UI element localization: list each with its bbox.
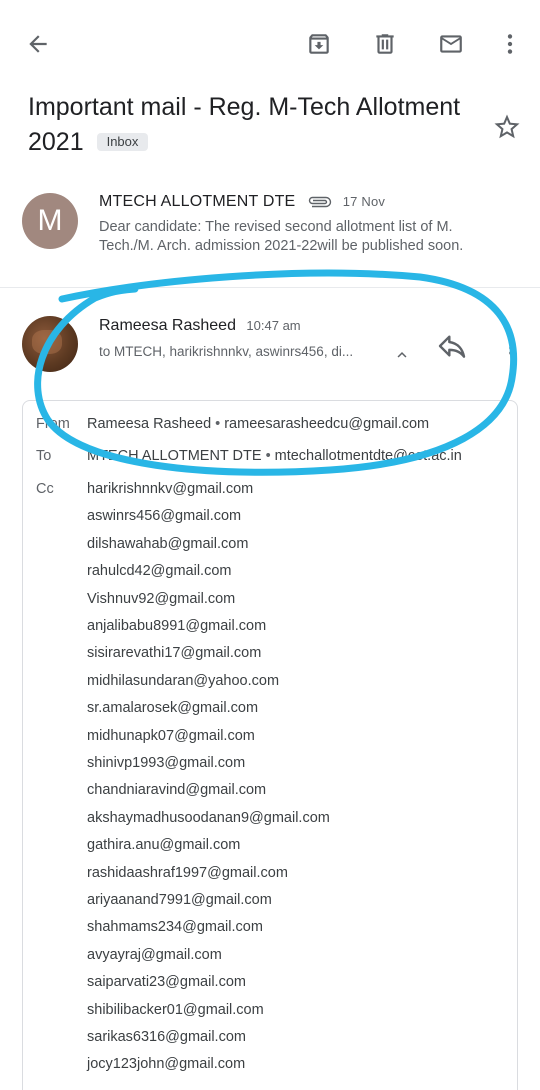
cc-email: shibilibacker01@gmail.com bbox=[87, 1001, 264, 1018]
archive-icon bbox=[309, 34, 329, 54]
cc-email: gathira.anu@gmail.com bbox=[87, 837, 241, 854]
to-label: To bbox=[36, 448, 52, 464]
email-subject: Important mail - Reg. M-Tech Allotment 2… bbox=[28, 90, 478, 160]
star-icon[interactable] bbox=[492, 112, 522, 142]
cc-email: akshaymadhusoodanan9@gmail.com bbox=[87, 809, 330, 826]
cc-email: rashidaashraf1997@gmail.com bbox=[87, 864, 288, 881]
sender-line: MTECH ALLOTMENT DTE 17 Nov bbox=[99, 193, 385, 211]
sender-name: Rameesa Rasheed bbox=[99, 317, 236, 334]
top-app-bar bbox=[0, 0, 540, 88]
message-snippet: Dear candidate: The revised second allot… bbox=[99, 219, 464, 254]
cc-email: harikrishnnkv@gmail.com bbox=[87, 481, 254, 497]
reply-icon[interactable] bbox=[436, 330, 468, 362]
chevron-up-icon[interactable] bbox=[393, 346, 411, 364]
back-button[interactable] bbox=[20, 26, 56, 62]
more-vert-icon bbox=[507, 34, 513, 54]
from-email: rameesarasheedcu@gmail.com bbox=[224, 416, 430, 432]
message-time: 10:47 am bbox=[246, 318, 301, 333]
attachment-icon bbox=[308, 196, 332, 208]
cc-label: Cc bbox=[36, 481, 54, 497]
to-value[interactable]: MTECH ALLOTMENT DTE • mtechallotmentdte@ce… bbox=[87, 448, 462, 464]
recipients-summary[interactable]: to MTECH, harikrishnnkv, aswinrs456, di.… bbox=[99, 344, 389, 359]
sender-line: Rameesa Rasheed 10:47 am bbox=[99, 317, 301, 335]
separator-dot: • bbox=[215, 416, 221, 432]
mark-unread-button[interactable] bbox=[433, 26, 469, 62]
cc-email: shinivp1993@gmail.com bbox=[87, 755, 246, 771]
from-value[interactable]: Rameesa Rasheed • rameesarasheedcu@gmail.c… bbox=[87, 416, 429, 432]
message-date: 17 Nov bbox=[342, 194, 386, 209]
cc-email: jocy123john@gmail.com bbox=[87, 1056, 246, 1073]
cc-email: midhunapk07@gmail.com bbox=[87, 727, 255, 744]
cc-email: avyayraj@gmail.com bbox=[87, 946, 222, 963]
cc-email: saiparvati23@gmail.com bbox=[87, 974, 246, 991]
separator-dot: • bbox=[265, 448, 271, 464]
cc-email: midhilasundaran@yahoo.com bbox=[87, 672, 280, 689]
collapsed-message[interactable]: M MTECH ALLOTMENT DTE 17 Nov Dear candid… bbox=[0, 182, 540, 288]
avatar[interactable] bbox=[22, 316, 78, 372]
cc-email: shahmams234@gmail.com bbox=[87, 919, 263, 936]
sender-name: MTECH ALLOTMENT DTE bbox=[99, 193, 296, 210]
cc-email: sarikas6316@gmail.com bbox=[87, 1029, 246, 1045]
trash-icon bbox=[376, 34, 394, 54]
cc-email: anjalibabu8991@gmail.com bbox=[87, 618, 267, 634]
message-header: Rameesa Rasheed 10:47 am to MTECH, harik… bbox=[0, 300, 540, 390]
from-label: From bbox=[36, 416, 70, 432]
cc-email: ariyaanand7991@gmail.com bbox=[87, 892, 272, 908]
arrow-back-icon bbox=[29, 35, 47, 53]
cc-email: sisirarevathi17@gmail.com bbox=[87, 645, 262, 662]
cc-email: sr.amalarosek@gmail.com bbox=[87, 700, 259, 717]
to-name: MTECH ALLOTMENT DTE bbox=[87, 448, 262, 464]
subject-title: Important mail - Reg. M-Tech Allotment 2… bbox=[28, 93, 461, 156]
mail-icon bbox=[440, 35, 462, 53]
cc-email: Vishnuv92@gmail.com bbox=[87, 590, 236, 607]
more-options-button[interactable] bbox=[492, 26, 528, 62]
inbox-label-chip[interactable]: Inbox bbox=[96, 133, 149, 151]
to-email: mtechallotmentdte@cet.ac.in bbox=[274, 448, 462, 464]
message-details-card: From Rameesa Rasheed • rameesarasheedcu@gm… bbox=[22, 400, 518, 1090]
cc-email: dilshawahab@gmail.com bbox=[87, 535, 249, 552]
archive-button[interactable] bbox=[301, 26, 337, 62]
cc-email: chandniaravind@gmail.com bbox=[87, 782, 267, 799]
cc-email: aswinrs456@gmail.com bbox=[87, 508, 242, 525]
from-name: Rameesa Rasheed bbox=[87, 416, 212, 432]
avatar[interactable]: M bbox=[22, 193, 78, 249]
more-vert-icon[interactable] bbox=[506, 340, 516, 356]
cc-email: rahulcd42@gmail.com bbox=[87, 563, 232, 580]
delete-button[interactable] bbox=[367, 26, 403, 62]
